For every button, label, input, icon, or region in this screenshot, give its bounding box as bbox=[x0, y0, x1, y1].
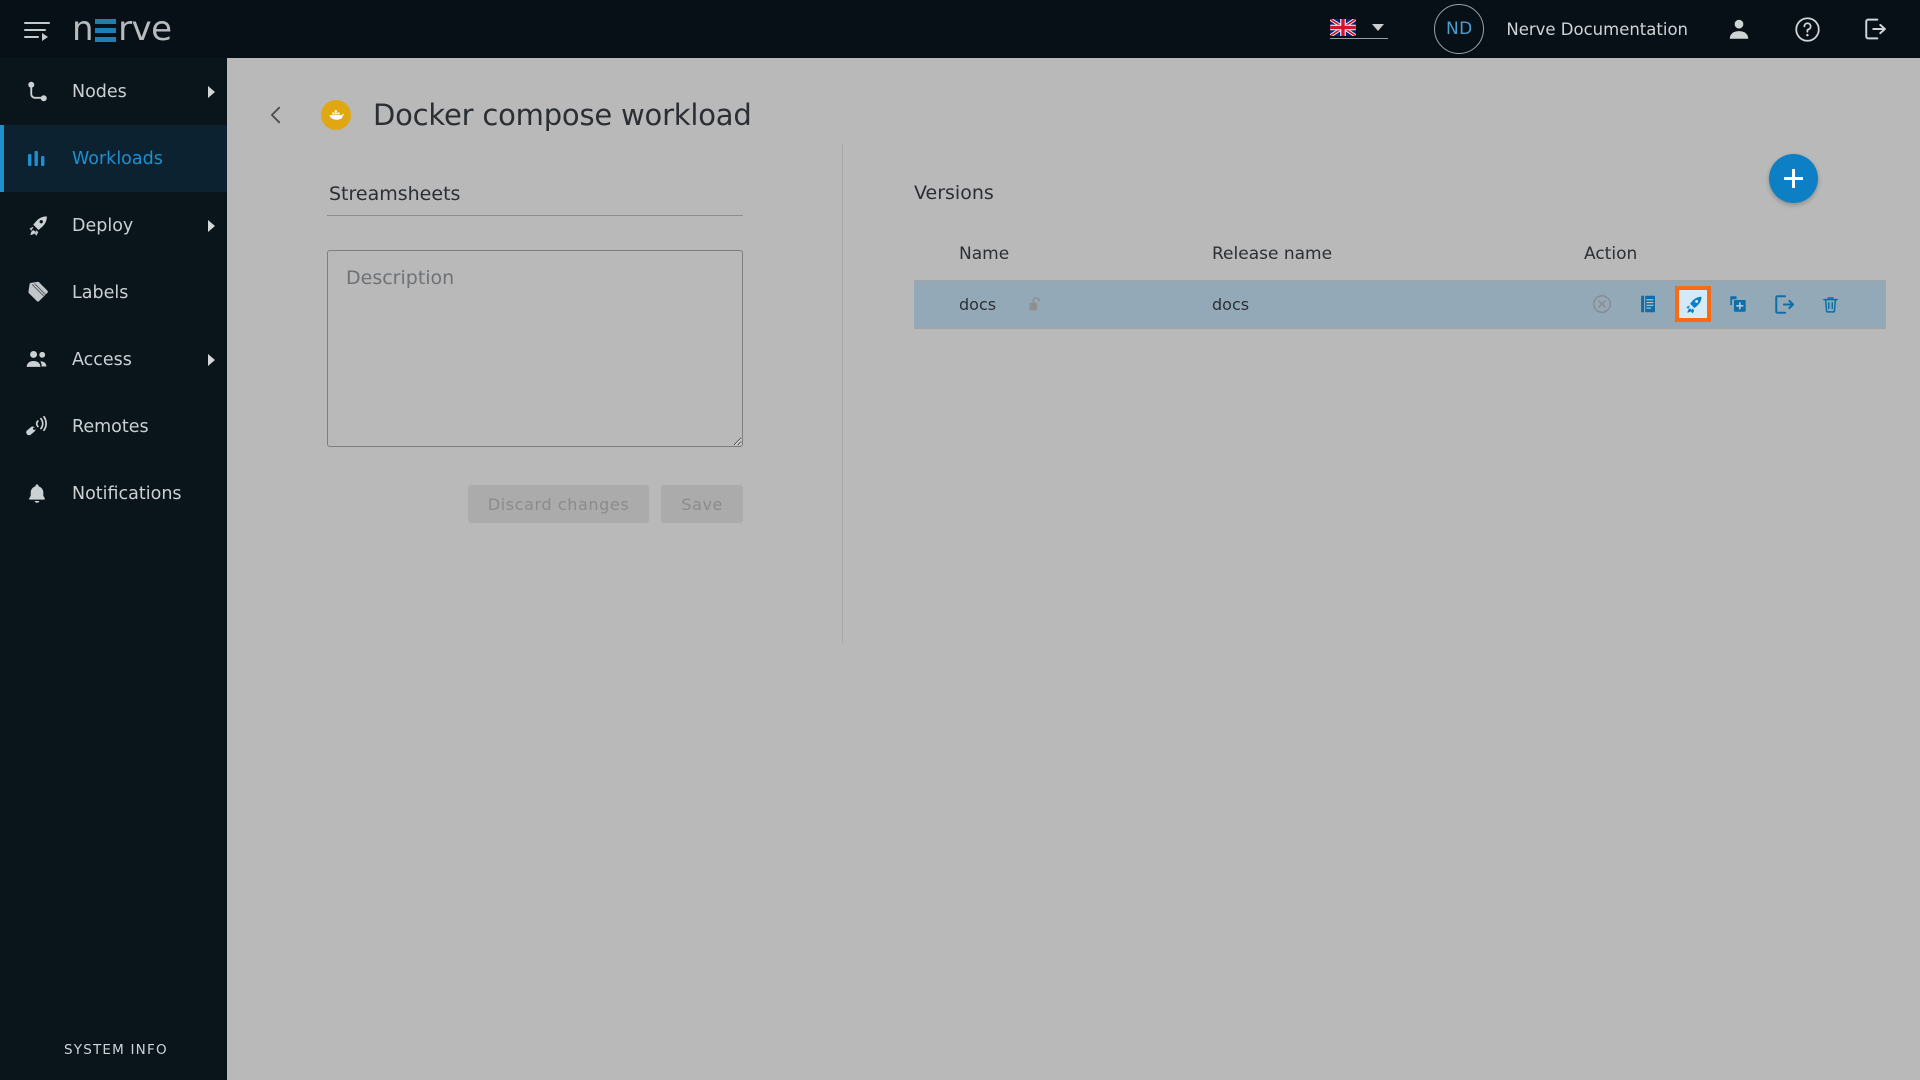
header-right-group: ND Nerve Documentation bbox=[1330, 0, 1920, 58]
cell-release-name: docs bbox=[1212, 294, 1250, 314]
logout-icon[interactable] bbox=[1860, 14, 1890, 44]
logo-text-right: rve bbox=[118, 9, 172, 49]
top-header: n rve ND Nerve Documentation bbox=[0, 0, 1920, 58]
uk-flag-icon bbox=[1330, 19, 1357, 36]
rocket-icon bbox=[22, 211, 52, 241]
table-bottom-divider bbox=[914, 327, 1886, 329]
main-content: Docker compose workload Discard changes … bbox=[227, 58, 1920, 1080]
content-columns: Discard changes Save Versions Name Relea… bbox=[227, 144, 1920, 664]
discard-changes-button[interactable]: Discard changes bbox=[467, 485, 650, 523]
clone-version-button[interactable] bbox=[1723, 289, 1753, 319]
sidebar-item-label: Labels bbox=[72, 282, 129, 303]
user-name-label: Nerve Documentation bbox=[1506, 19, 1688, 39]
hamburger-menu-icon[interactable] bbox=[24, 19, 50, 41]
chevron-down-icon bbox=[1372, 24, 1385, 31]
export-version-button[interactable] bbox=[1769, 289, 1799, 319]
chevron-right-icon bbox=[208, 85, 215, 98]
logo-text-left: n bbox=[72, 9, 94, 49]
avatar-initials: ND bbox=[1445, 19, 1473, 39]
sidebar-item-remotes[interactable]: Remotes bbox=[0, 393, 227, 460]
remote-control-icon bbox=[22, 412, 52, 442]
bell-icon bbox=[22, 479, 52, 509]
versions-table-head: Name Release name Action bbox=[914, 244, 1886, 281]
workload-form-panel: Discard changes Save bbox=[327, 144, 843, 644]
sidebar-item-deploy[interactable]: Deploy bbox=[0, 192, 227, 259]
add-version-button[interactable] bbox=[1769, 154, 1818, 203]
avatar[interactable]: ND bbox=[1434, 4, 1485, 54]
column-header-action: Action bbox=[1584, 244, 1886, 281]
column-header-release: Release name bbox=[1212, 244, 1584, 281]
sidebar-item-label: Deploy bbox=[72, 215, 134, 236]
sidebar-item-nodes[interactable]: Nodes bbox=[0, 58, 227, 125]
sidebar-item-access[interactable]: Access bbox=[0, 326, 227, 393]
chevron-right-icon bbox=[208, 353, 215, 366]
person-icon[interactable] bbox=[1724, 14, 1754, 44]
sidebar-item-label: Workloads bbox=[72, 148, 163, 169]
versions-panel: Versions Name Release name Action docs d… bbox=[843, 144, 1920, 664]
menu-caret-icon bbox=[42, 33, 48, 41]
logo-e-bars-icon bbox=[95, 16, 117, 42]
page-header: Docker compose workload bbox=[227, 58, 1920, 144]
delete-version-button[interactable] bbox=[1815, 289, 1845, 319]
tag-icon bbox=[22, 278, 52, 308]
table-header-row: Name Release name Action bbox=[914, 244, 1886, 281]
sidebar: Nodes Workloads Deploy Labels Access Rem… bbox=[0, 58, 227, 1080]
version-name-label: docs bbox=[959, 294, 997, 314]
workloads-icon bbox=[22, 144, 52, 174]
chevron-right-icon bbox=[208, 219, 215, 232]
deploy-version-button[interactable] bbox=[1675, 286, 1711, 323]
form-action-buttons: Discard changes Save bbox=[327, 485, 743, 523]
nerve-logo[interactable]: n rve bbox=[72, 0, 172, 58]
sidebar-item-label: Remotes bbox=[72, 416, 149, 437]
nodes-icon bbox=[22, 77, 52, 107]
sidebar-item-label: Notifications bbox=[72, 483, 182, 504]
versions-table-body: docs docs bbox=[914, 280, 1886, 328]
disable-version-button[interactable] bbox=[1587, 289, 1617, 319]
language-selector[interactable] bbox=[1330, 19, 1389, 39]
column-header-name: Name bbox=[914, 244, 1212, 281]
question-mark-circle-icon[interactable] bbox=[1792, 14, 1822, 44]
workload-name-input[interactable] bbox=[327, 178, 743, 216]
versions-table: Name Release name Action docs docs bbox=[914, 244, 1886, 328]
sidebar-item-workloads[interactable]: Workloads bbox=[0, 125, 227, 192]
sidebar-item-label: Nodes bbox=[72, 81, 127, 102]
unlocked-padlock-icon bbox=[1029, 296, 1041, 311]
app-root: n rve ND Nerve Documentation Nodes Workl… bbox=[0, 0, 1920, 1080]
system-info-link[interactable]: SYSTEM INFO bbox=[64, 1042, 168, 1058]
cell-version-name: docs bbox=[914, 281, 1212, 328]
sidebar-item-notifications[interactable]: Notifications bbox=[0, 460, 227, 527]
table-row[interactable]: docs docs bbox=[914, 280, 1886, 328]
sidebar-item-label: Access bbox=[72, 349, 132, 370]
workload-description-textarea[interactable] bbox=[327, 250, 743, 447]
sidebar-item-labels[interactable]: Labels bbox=[0, 259, 227, 326]
chevron-left-icon[interactable] bbox=[259, 98, 293, 132]
save-button[interactable]: Save bbox=[661, 485, 743, 523]
users-icon bbox=[22, 345, 52, 375]
version-details-button[interactable] bbox=[1633, 289, 1663, 319]
page-title: Docker compose workload bbox=[373, 98, 752, 132]
cell-actions bbox=[1584, 281, 1886, 328]
docker-whale-icon bbox=[321, 100, 351, 130]
